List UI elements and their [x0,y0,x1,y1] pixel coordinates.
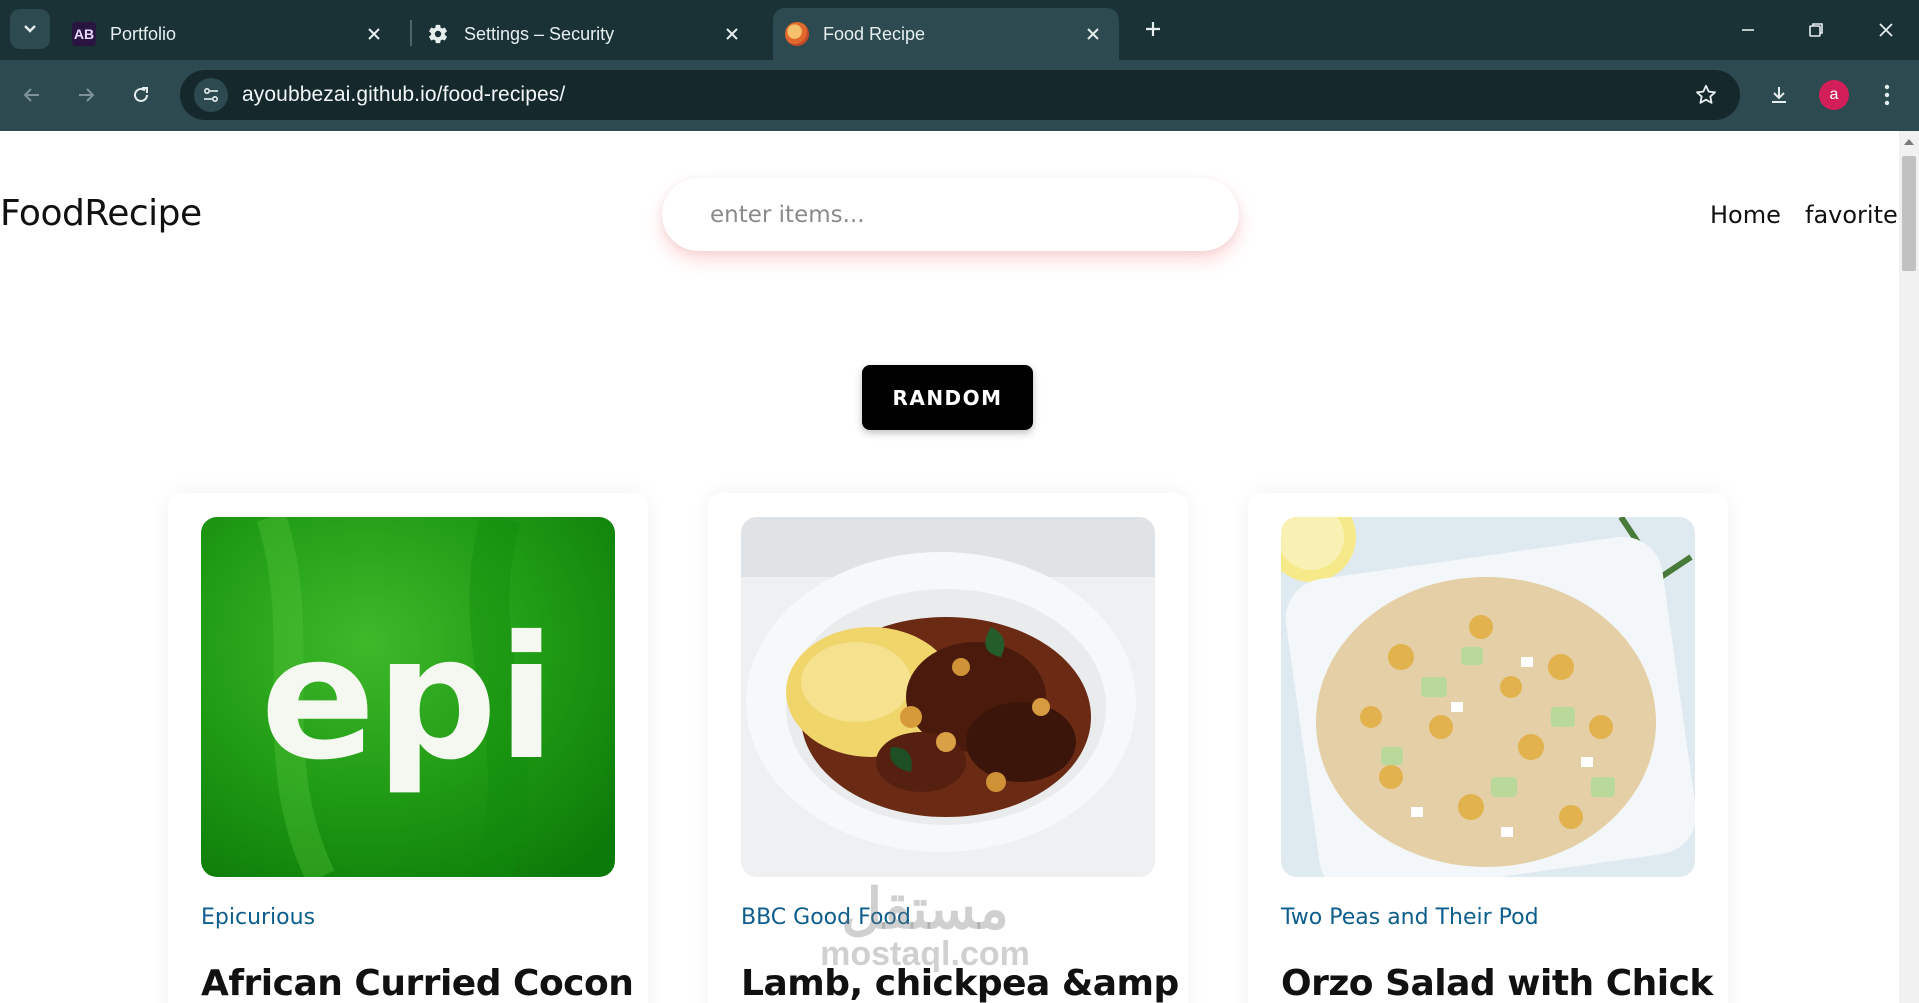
download-icon [1772,87,1786,103]
tab-title: Food Recipe [823,23,926,44]
close-icon [1879,23,1893,37]
recipe-title[interactable]: Orzo Salad with Chick [1281,963,1713,1003]
close-window-button[interactable] [1866,10,1906,50]
address-bar[interactable]: ayoubbezai.github.io/food-recipes/ [180,70,1740,120]
page-scrollbar[interactable] [1899,131,1919,1003]
search-input[interactable] [662,178,1239,251]
profile-avatar[interactable]: a [1819,80,1849,110]
close-icon[interactable] [1081,22,1105,46]
svg-text:epi: epi [260,600,555,798]
recipe-title[interactable]: African Curried Cocon [201,963,634,1003]
recipe-card[interactable]: BBC Good Food Lamb, chickpea &amp [708,493,1188,1003]
recipe-card[interactable]: epi Epicurious African Curried Cocon [168,493,648,1003]
minimize-icon [1742,29,1754,31]
arrow-right-icon [79,88,95,102]
arrow-left-icon [23,88,39,102]
tab-title: Portfolio [110,23,177,44]
chevron-down-icon [24,25,36,33]
browser-toolbar: ayoubbezai.github.io/food-recipes/ a [0,60,1919,131]
new-tab-button[interactable] [1138,14,1168,44]
tab-search-button[interactable] [10,9,50,49]
food-plate-icon [785,22,809,46]
scroll-up-arrow-icon[interactable] [1904,139,1914,145]
gear-icon [426,22,450,46]
forward-button[interactable] [66,75,106,115]
back-button[interactable] [12,75,52,115]
recipe-source-link[interactable]: Two Peas and Their Pod [1281,905,1539,930]
site-settings-icon[interactable] [194,78,228,112]
search-box [662,178,1239,251]
random-button[interactable]: RANDOM [862,365,1033,430]
recipe-image-orzo-salad[interactable] [1281,517,1695,877]
recipe-source-link[interactable]: BBC Good Food [741,905,911,930]
reload-button[interactable] [121,75,161,115]
recipe-image-epi-logo[interactable]: epi [201,517,615,877]
close-icon[interactable] [720,22,744,46]
ab-logo-icon: AB [72,22,96,46]
tab-title: Settings – Security [464,23,615,44]
minimize-button[interactable] [1728,10,1768,50]
nav-favorites-link[interactable]: favorites [1805,201,1899,229]
tab-portfolio[interactable]: AB Portfolio [60,8,400,60]
recipe-card[interactable]: Two Peas and Their Pod Orzo Salad with C… [1248,493,1728,1003]
page-viewport: FoodRecipe Home favorites RANDOM epi [0,131,1899,1003]
tab-separator [410,20,412,46]
downloads-button[interactable] [1759,75,1799,115]
tab-settings-security[interactable]: Settings – Security [414,8,758,60]
menu-button[interactable] [1867,75,1907,115]
url-text: ayoubbezai.github.io/food-recipes/ [242,83,566,106]
tab-food-recipe[interactable]: Food Recipe [773,8,1119,60]
site-brand[interactable]: FoodRecipe [0,193,202,234]
plus-icon [1146,22,1160,36]
recipe-title[interactable]: Lamb, chickpea &amp [741,963,1179,1003]
bookmark-star-icon[interactable] [1692,81,1720,109]
restore-button[interactable] [1796,10,1836,50]
browser-chrome: AB Portfolio Settings – Security Food Re… [0,0,1919,131]
more-vertical-icon [1884,84,1890,106]
recipe-image-lamb-stew[interactable] [741,517,1155,877]
recipe-source-link[interactable]: Epicurious [201,905,315,930]
scrollbar-thumb[interactable] [1902,156,1916,271]
nav-home-link[interactable]: Home [1710,201,1781,229]
reload-icon [134,87,148,102]
tab-strip: AB Portfolio Settings – Security Food Re… [0,0,1919,60]
close-icon[interactable] [362,22,386,46]
restore-icon [1809,23,1823,37]
